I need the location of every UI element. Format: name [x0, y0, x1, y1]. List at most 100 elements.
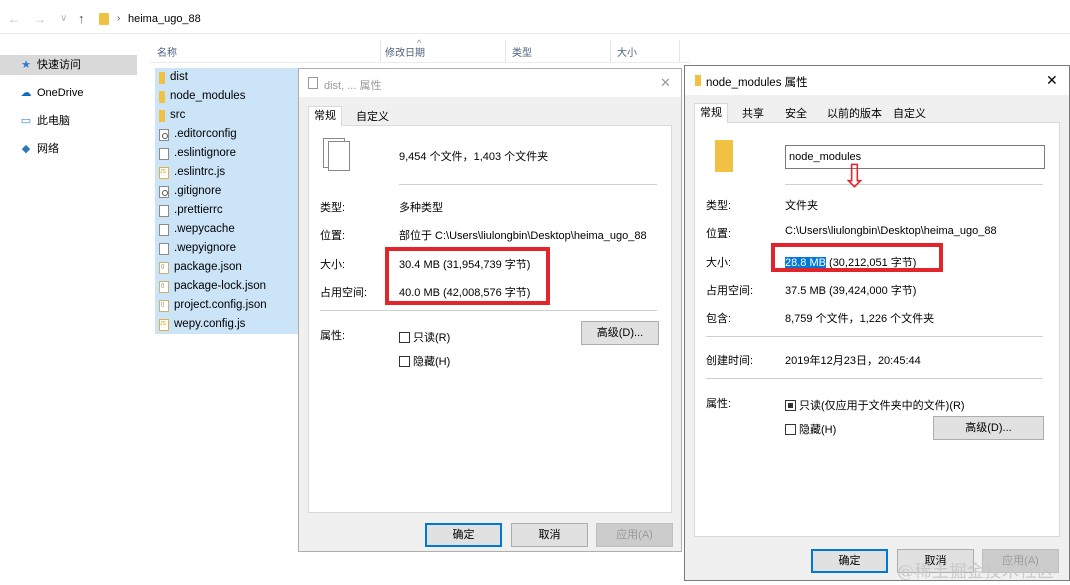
column-header-name[interactable]: 名称: [157, 44, 177, 59]
close-icon[interactable]: ✕: [1046, 72, 1058, 89]
properties-dialog-multi: dist, ... 属性 ✕ 常规 自定义 9,454 个文件，1,403 个文…: [298, 68, 682, 552]
file-name: src: [170, 109, 186, 121]
ok-button[interactable]: 确定: [425, 523, 502, 547]
checkbox-box[interactable]: [785, 423, 796, 435]
file-row-wepycache[interactable]: .wepycache: [155, 220, 300, 239]
file-list: dist node_modules src .editorconfig .esl…: [155, 68, 300, 334]
highlight-box: [771, 243, 943, 272]
sidebar-item-quick-access[interactable]: ★ 快速访问: [0, 55, 137, 75]
checkbox-label: 只读(仅应用于文件夹中的文件)(R): [799, 400, 965, 412]
folder-icon: [695, 75, 701, 86]
column-divider[interactable]: [380, 40, 381, 62]
file-row-eslintrc[interactable]: .eslintrc.js: [155, 163, 300, 182]
folder-icon: [159, 90, 165, 103]
close-icon[interactable]: ✕: [660, 75, 671, 91]
sidebar-item-network[interactable]: ◆ 网络: [0, 139, 137, 159]
file-name: .wepyignore: [174, 242, 237, 254]
column-header-type[interactable]: 类型: [512, 44, 532, 59]
up-arrow-icon[interactable]: ↑: [78, 11, 85, 26]
properties-dialog-folder: node_modules 属性 ✕ 常规 共享 安全 以前的版本 自定义 nod…: [684, 65, 1070, 581]
column-header-size[interactable]: 大小: [617, 44, 637, 59]
breadcrumb-path[interactable]: heima_ugo_88: [128, 13, 201, 25]
folder-name-input[interactable]: node_modules: [785, 145, 1045, 169]
computer-icon: ▭: [20, 115, 32, 127]
multiple-files-icon: [328, 141, 350, 171]
tab-security[interactable]: 安全: [779, 104, 813, 124]
checkbox-box[interactable]: [785, 399, 796, 411]
cloud-icon: ☁: [20, 87, 32, 99]
tab-previous-versions[interactable]: 以前的版本: [821, 104, 888, 124]
size-label: 大小:: [320, 259, 346, 271]
folder-icon: [159, 71, 165, 84]
advanced-button[interactable]: 高级(D)...: [933, 416, 1044, 440]
file-row-project-config-json[interactable]: project.config.json: [155, 296, 300, 315]
file-row-prettierrc[interactable]: .prettierrc: [155, 201, 300, 220]
dialog-title-bar[interactable]: dist, ... 属性 ✕: [299, 69, 681, 97]
general-panel: node_modules 类型: 文件夹 位置: C:\Users\liulon…: [694, 122, 1060, 537]
divider: [320, 310, 657, 311]
file-row-src[interactable]: src: [155, 106, 300, 125]
size-label: 大小:: [706, 257, 732, 269]
header-divider: [150, 62, 690, 63]
json-file-icon: [159, 299, 169, 312]
column-divider[interactable]: [610, 40, 611, 62]
tab-customize[interactable]: 自定义: [350, 107, 395, 127]
tab-customize[interactable]: 自定义: [887, 104, 932, 124]
folder-icon: [715, 140, 733, 172]
attributes-label: 属性:: [320, 330, 346, 342]
config-file-icon: [159, 128, 169, 141]
js-file-icon: [159, 318, 169, 331]
checkbox-box[interactable]: [399, 331, 410, 343]
dialog-title-bar[interactable]: node_modules 属性 ✕: [685, 66, 1069, 95]
contains-value: 8,759 个文件，1,226 个文件夹: [785, 313, 935, 325]
selection-summary: 9,454 个文件，1,403 个文件夹: [399, 151, 549, 163]
sidebar-item-onedrive[interactable]: ☁ OneDrive: [0, 83, 137, 103]
checkbox-box[interactable]: [399, 355, 410, 367]
tab-general[interactable]: 常规: [694, 103, 728, 123]
type-label: 类型:: [320, 202, 346, 214]
hidden-checkbox[interactable]: 隐藏(H): [785, 421, 836, 437]
readonly-checkbox[interactable]: 只读(仅应用于文件夹中的文件)(R): [785, 397, 965, 413]
file-row-wepyignore[interactable]: .wepyignore: [155, 239, 300, 258]
file-row-gitignore[interactable]: .gitignore: [155, 182, 300, 201]
annotation-arrow-icon: ⇩: [841, 158, 868, 194]
cancel-button[interactable]: 取消: [511, 523, 588, 547]
forward-arrow-icon[interactable]: →: [34, 12, 46, 26]
navigation-pane: ★ 快速访问 ☁ OneDrive ▭ 此电脑 ◆ 网络: [0, 40, 150, 585]
hidden-checkbox[interactable]: 隐藏(H): [399, 353, 450, 369]
tab-general[interactable]: 常规: [308, 106, 342, 126]
column-divider[interactable]: [505, 40, 506, 62]
ok-button[interactable]: 确定: [811, 549, 888, 573]
file-row-dist[interactable]: dist: [155, 68, 300, 87]
column-header-modified[interactable]: 修改日期: [385, 44, 425, 59]
recent-locations-icon[interactable]: ∨: [60, 13, 67, 24]
readonly-checkbox[interactable]: 只读(R): [399, 329, 450, 345]
column-divider[interactable]: [679, 40, 680, 62]
file-row-node-modules[interactable]: node_modules: [155, 87, 300, 106]
file-icon: [159, 204, 169, 217]
sidebar-item-label: OneDrive: [37, 87, 84, 99]
file-list-header: 名称 ^ 修改日期 类型 大小: [155, 38, 680, 62]
file-row-package-lock-json[interactable]: package-lock.json: [155, 277, 300, 296]
advanced-button[interactable]: 高级(D)...: [581, 321, 659, 345]
folder-icon: [99, 13, 109, 25]
breadcrumb-separator[interactable]: ›: [117, 13, 120, 24]
type-value: 多种类型: [399, 202, 443, 214]
json-file-icon: [159, 261, 169, 274]
file-row-editorconfig[interactable]: .editorconfig: [155, 125, 300, 144]
file-row-package-json[interactable]: package.json: [155, 258, 300, 277]
file-name: .prettierrc: [174, 204, 223, 216]
disk-size-label: 占用空间:: [320, 287, 368, 299]
folder-icon: [159, 109, 165, 122]
tab-sharing[interactable]: 共享: [736, 104, 770, 124]
disk-size-label: 占用空间:: [706, 285, 754, 297]
file-row-wepy-config[interactable]: wepy.config.js: [155, 315, 300, 334]
explorer-nav-bar: ← → ∨ ↑ › heima_ugo_88: [0, 0, 1070, 40]
file-name: .wepycache: [174, 223, 235, 235]
sidebar-item-this-pc[interactable]: ▭ 此电脑: [0, 111, 137, 131]
file-row-eslintignore[interactable]: .eslintignore: [155, 144, 300, 163]
back-arrow-icon[interactable]: ←: [8, 12, 20, 26]
pin-icon: ★: [21, 59, 31, 71]
file-name: package.json: [174, 261, 242, 273]
apply-button[interactable]: 应用(A): [596, 523, 673, 547]
